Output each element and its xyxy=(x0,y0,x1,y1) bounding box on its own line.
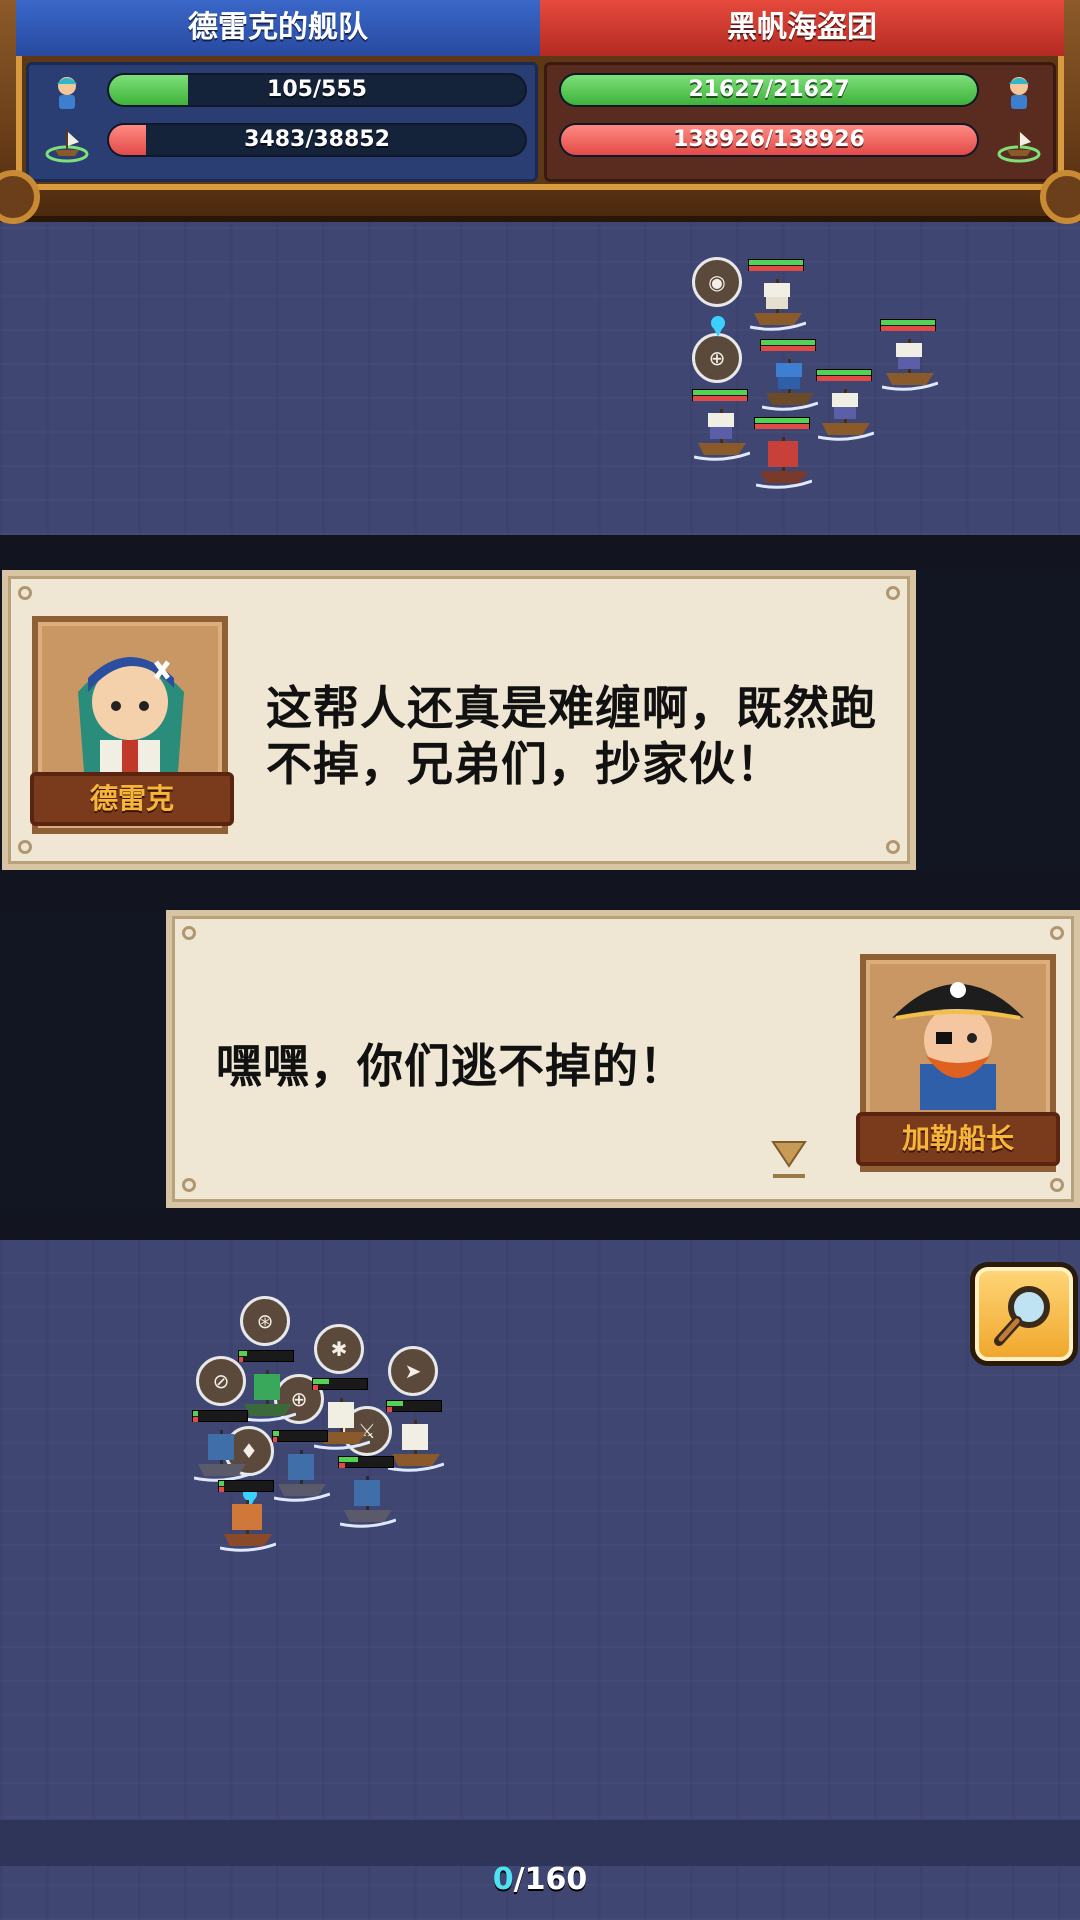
right-team-title: 黑帆海盗团 xyxy=(540,0,1064,56)
left-fleet-bar: 3483/38852 xyxy=(107,123,527,157)
junk-ship-icon xyxy=(220,1500,276,1552)
zoom-button[interactable] xyxy=(970,1262,1078,1366)
player-ship[interactable] xyxy=(272,1430,332,1502)
enemy-ship[interactable] xyxy=(760,339,820,411)
dialog-text: 这帮人还真是难缠啊，既然跑 不掉，兄弟们，抄家伙！ xyxy=(266,681,877,791)
enemy-ship[interactable] xyxy=(880,319,940,391)
galleon-icon xyxy=(762,359,818,411)
junk-ship-icon xyxy=(756,437,812,489)
enemy-ship[interactable] xyxy=(816,369,876,441)
player-fleet[interactable]: ⊛ ✱ ➤ ⊘ ⊕ ⚔ ♦ xyxy=(170,1290,460,1590)
player-ship[interactable] xyxy=(192,1410,252,1482)
dialog-box-captain[interactable]: 嘿嘿，你们逃不掉的！ 加勒船长 xyxy=(166,910,1080,1208)
bottom-bar xyxy=(0,1820,1080,1866)
unit-badge-icon[interactable]: ⊛ xyxy=(240,1296,290,1346)
sailor-icon xyxy=(997,71,1041,113)
galleon-icon xyxy=(340,1476,396,1528)
speaker-name: 加勒船长 xyxy=(856,1112,1060,1166)
ship-icon xyxy=(45,123,89,165)
right-fleet-value: 138926/138926 xyxy=(673,127,865,152)
sea-area-bottom xyxy=(0,1240,1080,1920)
dialog-backdrop xyxy=(0,535,1080,570)
left-fleet-value: 3483/38852 xyxy=(244,127,390,152)
battle-hud: 德雷克的舰队 黑帆海盗团 105/555 3483/38852 21627/21… xyxy=(0,0,1080,222)
left-team-title: 德雷克的舰队 xyxy=(16,0,540,56)
dialog-box-drake[interactable]: 德雷克 这帮人还真是难缠啊，既然跑 不掉，兄弟们，抄家伙！ xyxy=(2,570,916,870)
ship-icon xyxy=(997,123,1041,165)
galleon-icon xyxy=(274,1450,330,1502)
player-ship[interactable] xyxy=(338,1456,398,1528)
right-crew-value: 21627/21627 xyxy=(688,77,850,102)
right-fleet-bar: 138926/138926 xyxy=(559,123,979,157)
turn-counter: 0/160 xyxy=(492,1862,588,1897)
enemy-ship[interactable] xyxy=(748,259,808,331)
unit-badge-icon[interactable]: ⊕ xyxy=(692,333,742,383)
dialog-text: 嘿嘿，你们逃不掉的！ xyxy=(216,1039,686,1093)
galleon-icon xyxy=(882,339,938,391)
right-crew-bar: 21627/21627 xyxy=(559,73,979,107)
player-ship[interactable] xyxy=(218,1480,278,1552)
captain-avatar-icon xyxy=(892,982,1024,1110)
dialog-backdrop xyxy=(0,870,1080,910)
right-team-panel: 21627/21627 138926/138926 xyxy=(544,62,1056,182)
enemy-fleet[interactable]: ◉ ⊕ xyxy=(680,255,980,505)
selection-marker-icon xyxy=(711,316,725,337)
left-crew-bar: 105/555 xyxy=(107,73,527,107)
left-team-panel: 105/555 3483/38852 xyxy=(26,62,538,182)
speaker-name: 德雷克 xyxy=(30,772,234,826)
galleon-icon xyxy=(694,409,750,461)
enemy-ship[interactable] xyxy=(692,389,752,461)
dialog-backdrop xyxy=(0,1208,1080,1240)
galleon-icon xyxy=(750,279,806,331)
next-arrow-icon[interactable] xyxy=(770,1138,808,1182)
left-crew-value: 105/555 xyxy=(267,77,367,102)
unit-badge-icon[interactable]: ◉ xyxy=(692,257,742,307)
enemy-ship[interactable] xyxy=(754,417,814,489)
magnifier-icon xyxy=(994,1286,1050,1346)
drake-avatar-icon xyxy=(78,657,184,772)
galleon-icon xyxy=(194,1430,250,1482)
galleon-icon xyxy=(818,389,874,441)
sailor-icon xyxy=(45,71,89,113)
unit-badge-icon[interactable]: ➤ xyxy=(388,1346,438,1396)
unit-badge-icon[interactable]: ✱ xyxy=(314,1324,364,1374)
